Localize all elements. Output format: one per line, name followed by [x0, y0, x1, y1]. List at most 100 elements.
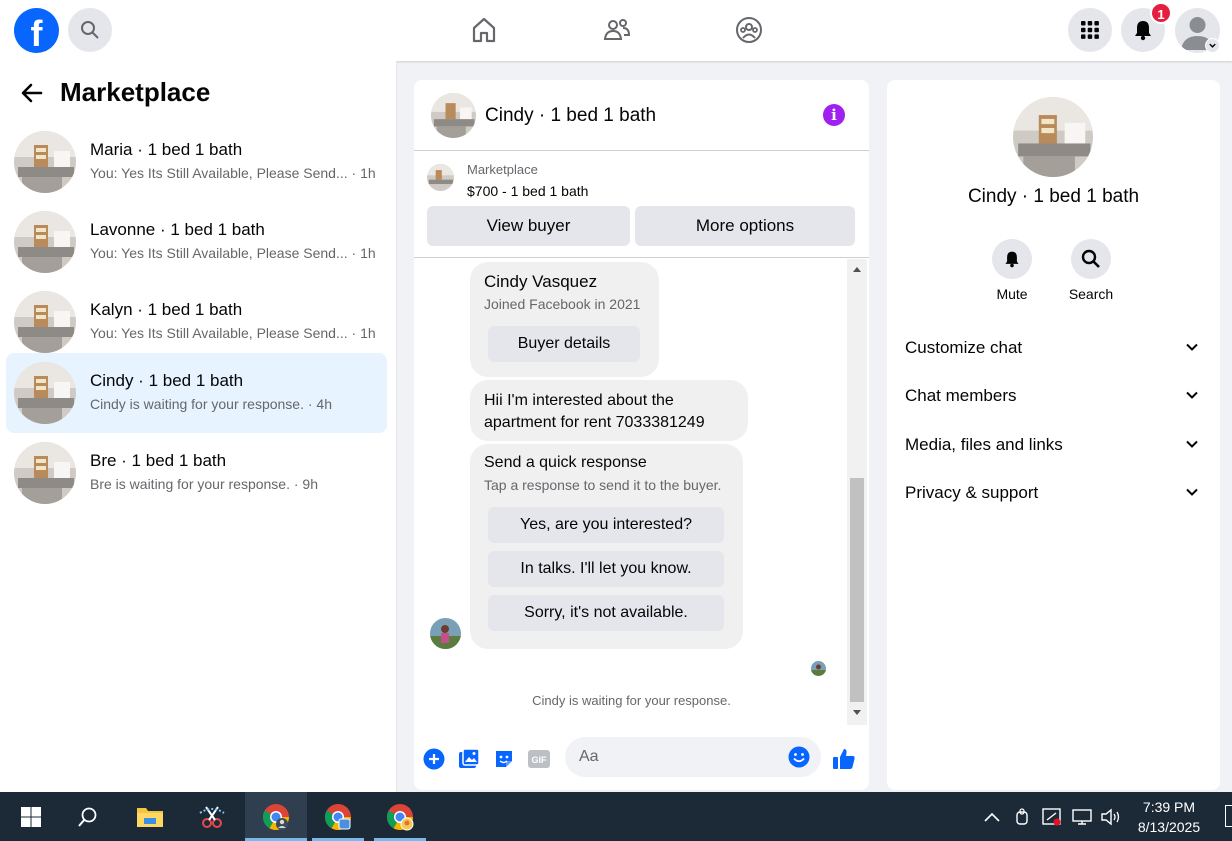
conversation-details-panel: Cindy · 1 bed 1 bath Mute Search Customi…	[887, 80, 1220, 790]
taskbar-search-icon[interactable]	[57, 792, 119, 841]
view-buyer-button[interactable]: View buyer	[427, 206, 630, 246]
chevron-down-icon	[1186, 488, 1198, 496]
chrome-icon[interactable]	[307, 792, 369, 841]
conversation-item[interactable]: Kalyn · 1 bed 1 bath You: Yes Its Still …	[6, 282, 387, 362]
conversation-name: Lavonne · 1 bed 1 bath	[90, 220, 265, 239]
mute-button[interactable]	[992, 239, 1032, 279]
account-menu-button[interactable]	[1205, 38, 1220, 53]
plus-icon[interactable]	[422, 747, 446, 771]
marketplace-inbox-sidebar: Marketplace Maria · 1 bed 1 bath You: Ye…	[0, 61, 397, 792]
windows-start-icon[interactable]	[0, 792, 62, 841]
details-title: Cindy · 1 bed 1 bath	[967, 186, 1140, 207]
chat-header: Cindy · 1 bed 1 bath i	[414, 80, 869, 151]
listing-thumbnail	[14, 211, 76, 273]
chat-title[interactable]: Cindy · 1 bed 1 bath	[485, 105, 656, 127]
scroll-down-arrow-icon[interactable]	[852, 709, 862, 717]
search-button[interactable]	[68, 8, 112, 52]
friends-icon[interactable]	[601, 14, 633, 46]
clock-time: 7:39 PM	[1142, 799, 1196, 815]
waiting-status: Cindy is waiting for your response.	[532, 693, 731, 708]
chat-members-section[interactable]: Chat members	[905, 381, 1205, 411]
message-input[interactable]: Aa	[565, 737, 821, 777]
menu-button[interactable]	[1068, 8, 1112, 52]
conversation-item-active[interactable]: Cindy · 1 bed 1 bath Cindy is waiting fo…	[6, 353, 387, 433]
listing-thumbnail-large	[1013, 97, 1093, 177]
display-icon[interactable]	[1071, 806, 1093, 828]
scroll-up-arrow-icon[interactable]	[852, 265, 862, 273]
message-input-placeholder: Aa	[579, 748, 599, 765]
search-button[interactable]	[1071, 239, 1111, 279]
conversation-item[interactable]: Maria · 1 bed 1 bath You: Yes Its Still …	[6, 122, 387, 202]
top-navigation-bar: f 1	[0, 0, 1232, 61]
buyer-card: Cindy Vasquez Joined Facebook in 2021 Bu…	[470, 262, 659, 377]
chat-panel: Cindy · 1 bed 1 bath i Marketplace $700 …	[414, 80, 869, 790]
notification-center-icon[interactable]	[1225, 805, 1232, 827]
meet-icon[interactable]	[1011, 806, 1033, 828]
quick-response-option[interactable]: Sorry, it's not available.	[488, 595, 724, 631]
chrome-icon[interactable]	[245, 792, 307, 841]
chevron-up-icon[interactable]	[981, 806, 1003, 828]
message-text-line: apartment for rent 7033381249	[484, 414, 705, 431]
clock-date: 8/13/2025	[1137, 819, 1201, 835]
home-icon[interactable]	[468, 14, 500, 46]
media-files-links-section[interactable]: Media, files and links	[905, 430, 1205, 460]
listing-source-label: Marketplace	[467, 162, 538, 177]
more-options-button[interactable]: More options	[635, 206, 855, 246]
conversation-preview: You: Yes Its Still Available, Please Sen…	[90, 165, 376, 181]
quick-response-option[interactable]: Yes, are you interested?	[488, 507, 724, 543]
emoji-icon[interactable]	[788, 746, 810, 768]
quick-response-option[interactable]: In talks. I'll let you know.	[488, 551, 724, 587]
search-action[interactable]: Search	[1051, 239, 1131, 302]
listing-thumbnail	[14, 131, 76, 193]
search-label: Search	[1068, 286, 1114, 302]
sidebar-title: Marketplace	[60, 77, 211, 107]
windows-taskbar: 7:39 PM 8/13/2025	[0, 792, 1232, 841]
listing-price[interactable]: $700 - 1 bed 1 bath	[467, 183, 588, 199]
quick-response-title: Send a quick response	[484, 454, 647, 471]
mute-action[interactable]: Mute	[972, 239, 1052, 302]
read-receipt-avatar	[811, 661, 826, 676]
conversation-item[interactable]: Bre · 1 bed 1 bath Bre is waiting for yo…	[6, 433, 387, 513]
sidebar-header: Marketplace	[20, 77, 210, 108]
info-icon[interactable]: i	[823, 104, 845, 126]
buyer-avatar[interactable]	[430, 618, 461, 649]
listing-thumbnail	[14, 291, 76, 353]
notification-badge: 1	[1150, 2, 1172, 24]
listing-thumbnail[interactable]	[431, 93, 476, 138]
listing-thumbnail	[14, 362, 76, 424]
groups-icon[interactable]	[733, 14, 765, 46]
conversation-preview: Bre is waiting for your response. · 9h	[90, 476, 318, 492]
chevron-down-icon	[1186, 440, 1198, 448]
conversation-preview: Cindy is waiting for your response. · 4h	[90, 396, 332, 412]
chrome-icon[interactable]	[369, 792, 431, 841]
gif-label: GIF	[532, 755, 548, 765]
back-arrow-icon[interactable]	[20, 81, 44, 105]
sticker-icon[interactable]	[492, 747, 516, 771]
search-icon	[1081, 249, 1100, 268]
chevron-down-icon	[1209, 43, 1216, 48]
thumbs-up-icon[interactable]	[832, 747, 856, 771]
snipping-tool-icon[interactable]	[181, 792, 243, 841]
menu-grid-icon	[1081, 21, 1099, 39]
taskbar-clock[interactable]: 7:39 PM 8/13/2025	[1128, 797, 1210, 837]
privacy-support-section[interactable]: Privacy & support	[905, 478, 1205, 508]
gif-icon[interactable]: GIF	[527, 747, 551, 771]
file-explorer-icon[interactable]	[119, 792, 181, 841]
conversation-name: Bre · 1 bed 1 bath	[90, 451, 227, 470]
conversation-name: Maria · 1 bed 1 bath	[90, 140, 243, 159]
message-list: Cindy Vasquez Joined Facebook in 2021 Bu…	[414, 259, 869, 725]
conversation-preview: You: Yes Its Still Available, Please Sen…	[90, 245, 376, 261]
conversation-item[interactable]: Lavonne · 1 bed 1 bath You: Yes Its Stil…	[6, 202, 387, 282]
conversation-name: Cindy · 1 bed 1 bath	[90, 371, 244, 390]
customize-chat-section[interactable]: Customize chat	[905, 333, 1205, 363]
quick-response-subtitle: Tap a response to send it to the buyer.	[484, 477, 722, 493]
volume-icon[interactable]	[1100, 806, 1122, 828]
facebook-logo[interactable]: f	[14, 8, 59, 53]
buyer-details-button[interactable]: Buyer details	[488, 326, 640, 362]
listing-thumbnail	[14, 442, 76, 504]
buyer-name: Cindy Vasquez	[484, 272, 598, 291]
photo-icon[interactable]	[457, 747, 481, 771]
message-bubble: Hii I'm interested about the apartment f…	[470, 380, 748, 441]
scrollbar-thumb[interactable]	[850, 478, 864, 702]
network-alert-icon[interactable]	[1041, 806, 1063, 828]
